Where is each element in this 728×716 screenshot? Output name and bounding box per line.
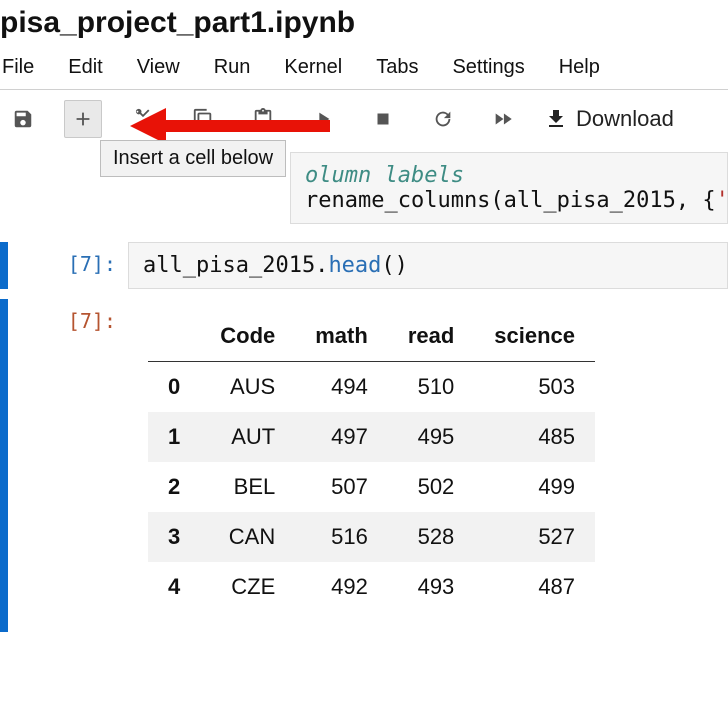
stop-button[interactable] (364, 100, 402, 138)
menu-help[interactable]: Help (559, 56, 600, 79)
copy-button[interactable] (184, 100, 222, 138)
cell-math: 507 (295, 462, 388, 512)
restart-run-all-button[interactable] (484, 100, 522, 138)
col-read: read (388, 311, 474, 362)
code-content[interactable]: all_pisa_2015.head() (128, 242, 728, 289)
menu-file[interactable]: File (2, 56, 34, 79)
menu-bar: File Edit View Run Kernel Tabs Settings … (0, 50, 728, 90)
cell-science: 503 (474, 362, 595, 413)
download-icon (544, 107, 568, 131)
download-button[interactable]: Download (544, 106, 674, 132)
col-code: Code (200, 311, 295, 362)
row-index: 3 (148, 512, 200, 562)
cell-science: 527 (474, 512, 595, 562)
code-comment: olumn labels (305, 163, 464, 188)
cell-read: 510 (388, 362, 474, 413)
input-prompt: [7]: (8, 242, 128, 289)
insert-cell-button[interactable] (64, 100, 102, 138)
table-row: 3CAN516528527 (148, 512, 595, 562)
notebook-area: olumn labels rename_columns(all_pisa_201… (0, 154, 728, 632)
clipboard-icon (252, 108, 274, 130)
table-row: 2BEL507502499 (148, 462, 595, 512)
stop-icon (372, 108, 394, 130)
refresh-icon (432, 108, 454, 130)
cell-science: 485 (474, 412, 595, 462)
cell-math: 492 (295, 562, 388, 612)
code-line: rename_columns(all_pisa_2015, {'test (305, 188, 728, 213)
cell-code: CZE (200, 562, 295, 612)
row-index: 2 (148, 462, 200, 512)
output-area: Code math read science 0AUS4945105031AUT… (128, 299, 728, 632)
cell-code: BEL (200, 462, 295, 512)
cell-math: 494 (295, 362, 388, 413)
code-cell-input: [7]: all_pisa_2015.head() (0, 242, 728, 289)
table-row: 0AUS494510503 (148, 362, 595, 413)
row-index: 4 (148, 562, 200, 612)
cut-button[interactable] (124, 100, 162, 138)
cell-code: AUS (200, 362, 295, 413)
table-header-row: Code math read science (148, 311, 595, 362)
download-label: Download (576, 106, 674, 132)
cell-read: 493 (388, 562, 474, 612)
cell-science: 487 (474, 562, 595, 612)
table-row: 4CZE492493487 (148, 562, 595, 612)
cell-read: 495 (388, 412, 474, 462)
copy-icon (192, 108, 214, 130)
tooltip-insert-cell: Insert a cell below (100, 140, 286, 177)
menu-tabs[interactable]: Tabs (376, 56, 418, 79)
plus-icon (72, 108, 94, 130)
menu-run[interactable]: Run (214, 56, 251, 79)
notebook-title: pisa_project_part1.ipynb (0, 0, 728, 50)
col-math: math (295, 311, 388, 362)
menu-kernel[interactable]: Kernel (284, 56, 342, 79)
restart-button[interactable] (424, 100, 462, 138)
cell-science: 499 (474, 462, 595, 512)
fast-forward-icon (492, 108, 514, 130)
cell-math: 516 (295, 512, 388, 562)
output-prompt: [7]: (8, 299, 128, 632)
code-content[interactable]: olumn labels rename_columns(all_pisa_201… (290, 152, 728, 224)
menu-edit[interactable]: Edit (68, 56, 102, 79)
code-cell-output: [7]: Code math read science 0AUS49451050… (0, 299, 728, 632)
save-icon (12, 108, 34, 130)
play-icon (312, 108, 334, 130)
cell-code: AUT (200, 412, 295, 462)
paste-button[interactable] (244, 100, 282, 138)
menu-settings[interactable]: Settings (452, 56, 524, 79)
run-button[interactable] (304, 100, 342, 138)
scissors-icon (132, 108, 154, 130)
col-index (148, 311, 200, 362)
dataframe-table: Code math read science 0AUS4945105031AUT… (148, 311, 595, 612)
menu-view[interactable]: View (137, 56, 180, 79)
cell-code: CAN (200, 512, 295, 562)
cell-read: 502 (388, 462, 474, 512)
toolbar: Download Insert a cell below (0, 90, 728, 150)
cell-read: 528 (388, 512, 474, 562)
col-science: science (474, 311, 595, 362)
row-index: 0 (148, 362, 200, 413)
cell-math: 497 (295, 412, 388, 462)
table-row: 1AUT497495485 (148, 412, 595, 462)
save-button[interactable] (4, 100, 42, 138)
row-index: 1 (148, 412, 200, 462)
